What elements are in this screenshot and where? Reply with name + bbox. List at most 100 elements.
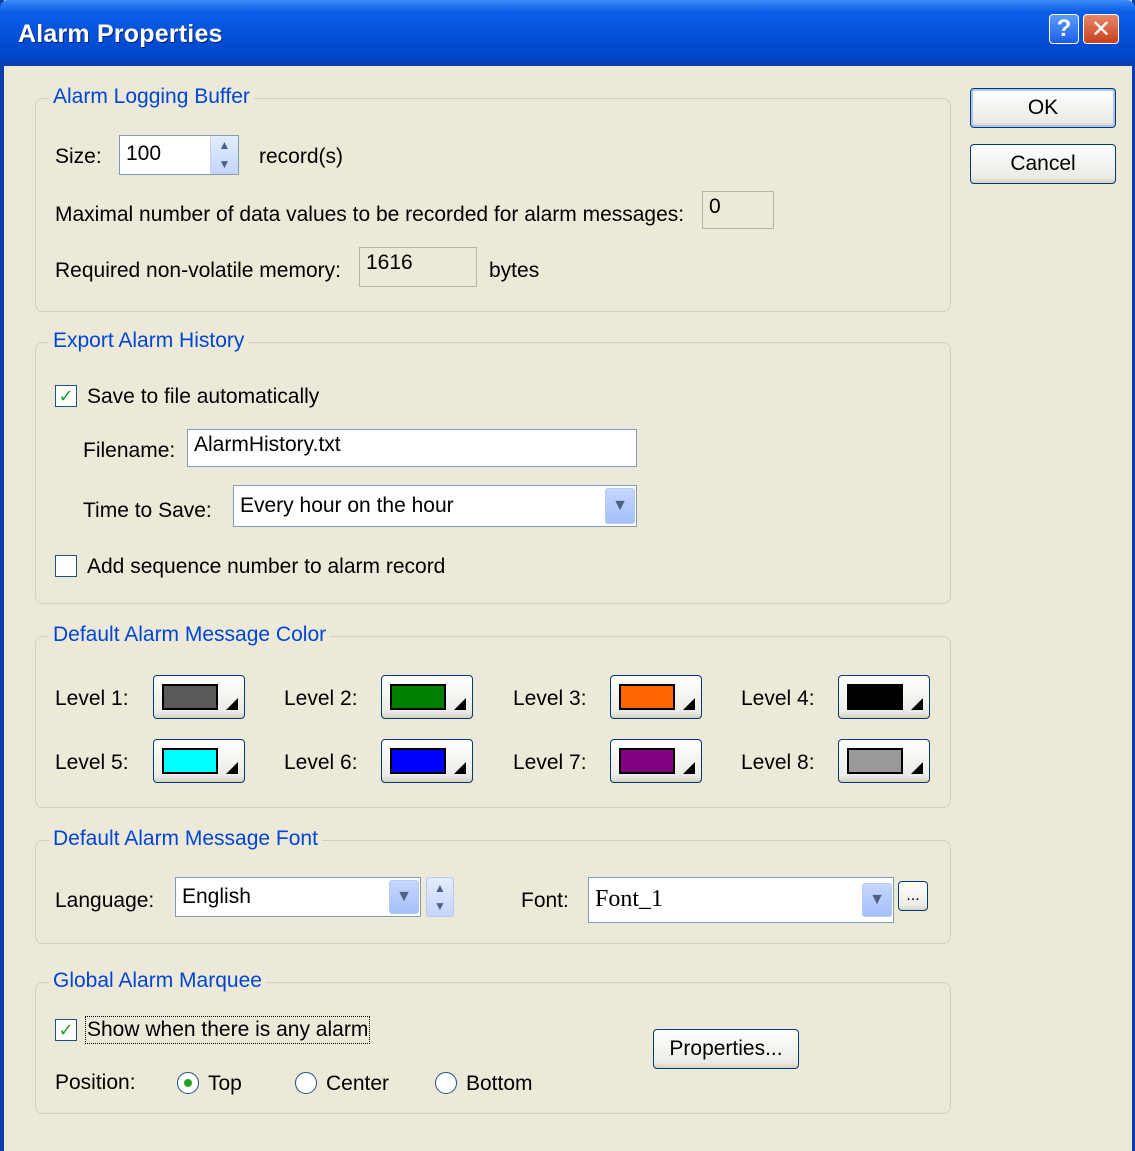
time-to-save-label: Time to Save:: [83, 499, 212, 522]
chevron-down-icon[interactable]: ▼: [862, 883, 892, 917]
level-6-swatch: [390, 748, 446, 774]
title-bar[interactable]: Alarm Properties ? ✕: [0, 0, 1135, 66]
dropdown-triangle-icon: [226, 698, 238, 710]
spin-down-icon[interactable]: ▼: [211, 155, 238, 174]
size-unit-label: record(s): [259, 145, 344, 168]
font-browse-button[interactable]: ...: [898, 881, 928, 911]
max-values-label: Maximal number of data values to be reco…: [55, 203, 685, 226]
level-4-color-button[interactable]: [838, 675, 930, 719]
position-label: Position:: [55, 1071, 136, 1094]
memory-unit-label: bytes: [489, 259, 540, 282]
properties-label: Properties...: [669, 1037, 783, 1060]
save-auto-checkbox[interactable]: ✓: [55, 385, 77, 407]
level-3-label: Level 3:: [513, 687, 587, 710]
level-7-color-button[interactable]: [610, 739, 702, 783]
ellipsis-icon: ...: [906, 887, 920, 904]
dropdown-triangle-icon: [683, 698, 695, 710]
export-alarm-history-group: Export Alarm History ✓ Save to file auto…: [35, 329, 951, 604]
time-to-save-value: Every hour on the hour: [240, 494, 454, 517]
filename-input[interactable]: AlarmHistory.txt: [187, 429, 637, 467]
font-select[interactable]: Font_1 ▼: [588, 877, 894, 923]
default-alarm-color-legend: Default Alarm Message Color: [49, 623, 331, 647]
level-8-label: Level 8:: [741, 751, 815, 774]
save-auto-label[interactable]: Save to file automatically: [87, 385, 319, 409]
size-value: 100: [126, 142, 162, 165]
show-marquee-label[interactable]: Show when there is any alarm: [84, 1016, 371, 1044]
ok-label: OK: [1027, 96, 1059, 119]
memory-label: Required non-volatile memory:: [55, 259, 341, 282]
language-spinner[interactable]: ▲ ▼: [426, 877, 454, 917]
alarm-logging-buffer-group: Alarm Logging Buffer Size: 100 ▲ ▼ recor…: [35, 85, 951, 312]
time-to-save-select[interactable]: Every hour on the hour ▼: [233, 485, 637, 527]
global-alarm-marquee-legend: Global Alarm Marquee: [49, 969, 266, 993]
checkmark-icon: ✓: [58, 386, 74, 406]
level-7-swatch: [619, 748, 675, 774]
position-bottom-label[interactable]: Bottom: [466, 1072, 533, 1096]
level-1-color-button[interactable]: [153, 675, 245, 719]
position-center-label[interactable]: Center: [326, 1072, 389, 1096]
language-label: Language:: [55, 889, 155, 912]
font-value: Font_1: [595, 886, 664, 912]
level-5-swatch: [162, 748, 218, 774]
help-button[interactable]: ?: [1049, 14, 1079, 44]
chevron-down-icon[interactable]: ▼: [605, 488, 635, 524]
level-5-label: Level 5:: [55, 751, 129, 774]
default-alarm-font-group: Default Alarm Message Font Language: Eng…: [35, 827, 951, 944]
max-values-field: 0: [702, 191, 774, 229]
filename-label: Filename:: [83, 439, 176, 462]
position-bottom-radio[interactable]: [435, 1072, 457, 1094]
size-spinbox[interactable]: 100 ▲ ▼: [119, 135, 239, 175]
language-value: English: [182, 885, 251, 908]
dropdown-triangle-icon: [226, 762, 238, 774]
level-6-color-button[interactable]: [381, 739, 473, 783]
ok-button[interactable]: OK: [970, 88, 1116, 128]
level-5-color-button[interactable]: [153, 739, 245, 783]
cancel-label: Cancel: [1010, 152, 1076, 175]
sequence-number-label[interactable]: Add sequence number to alarm record: [87, 555, 445, 579]
level-4-label: Level 4:: [741, 687, 815, 710]
default-alarm-color-group: Default Alarm Message Color Level 1: Lev…: [35, 623, 951, 808]
close-icon: ✕: [1090, 15, 1112, 43]
position-top-label[interactable]: Top: [208, 1072, 242, 1096]
level-1-swatch: [162, 684, 218, 710]
level-2-swatch: [390, 684, 446, 710]
help-icon: ?: [1056, 15, 1072, 42]
dropdown-triangle-icon: [683, 762, 695, 774]
level-2-color-button[interactable]: [381, 675, 473, 719]
spin-up-icon[interactable]: ▲: [211, 136, 238, 155]
window-title: Alarm Properties: [18, 20, 223, 48]
level-4-swatch: [847, 684, 903, 710]
size-spinner[interactable]: ▲ ▼: [210, 136, 238, 174]
spin-down-icon[interactable]: ▼: [427, 897, 453, 916]
radio-selected-dot: [184, 1079, 192, 1087]
alarm-logging-buffer-legend: Alarm Logging Buffer: [49, 85, 254, 109]
memory-field: 1616: [359, 247, 477, 287]
alarm-properties-dialog: Alarm Properties ? ✕ OK Cancel Alarm Log…: [0, 0, 1135, 1151]
dropdown-triangle-icon: [454, 762, 466, 774]
language-select[interactable]: English ▼: [175, 877, 421, 917]
cancel-button[interactable]: Cancel: [970, 144, 1116, 184]
dropdown-triangle-icon: [454, 698, 466, 710]
position-center-radio[interactable]: [295, 1072, 317, 1094]
level-7-label: Level 7:: [513, 751, 587, 774]
marquee-properties-button[interactable]: Properties...: [653, 1029, 799, 1069]
level-2-label: Level 2:: [284, 687, 358, 710]
position-top-radio[interactable]: [177, 1072, 199, 1094]
chevron-down-icon[interactable]: ▼: [389, 880, 419, 914]
size-label: Size:: [55, 145, 102, 168]
dropdown-triangle-icon: [911, 698, 923, 710]
level-1-label: Level 1:: [55, 687, 129, 710]
show-marquee-checkbox[interactable]: ✓: [55, 1019, 77, 1041]
spin-up-icon[interactable]: ▲: [427, 878, 453, 897]
sequence-number-checkbox[interactable]: [55, 555, 77, 577]
level-3-swatch: [619, 684, 675, 710]
level-8-swatch: [847, 748, 903, 774]
dropdown-triangle-icon: [911, 762, 923, 774]
global-alarm-marquee-group: Global Alarm Marquee ✓ Show when there i…: [35, 969, 951, 1114]
level-3-color-button[interactable]: [610, 675, 702, 719]
default-alarm-font-legend: Default Alarm Message Font: [49, 827, 322, 851]
export-alarm-history-legend: Export Alarm History: [49, 329, 249, 353]
font-label: Font:: [521, 889, 569, 912]
close-button[interactable]: ✕: [1083, 14, 1119, 44]
level-8-color-button[interactable]: [838, 739, 930, 783]
